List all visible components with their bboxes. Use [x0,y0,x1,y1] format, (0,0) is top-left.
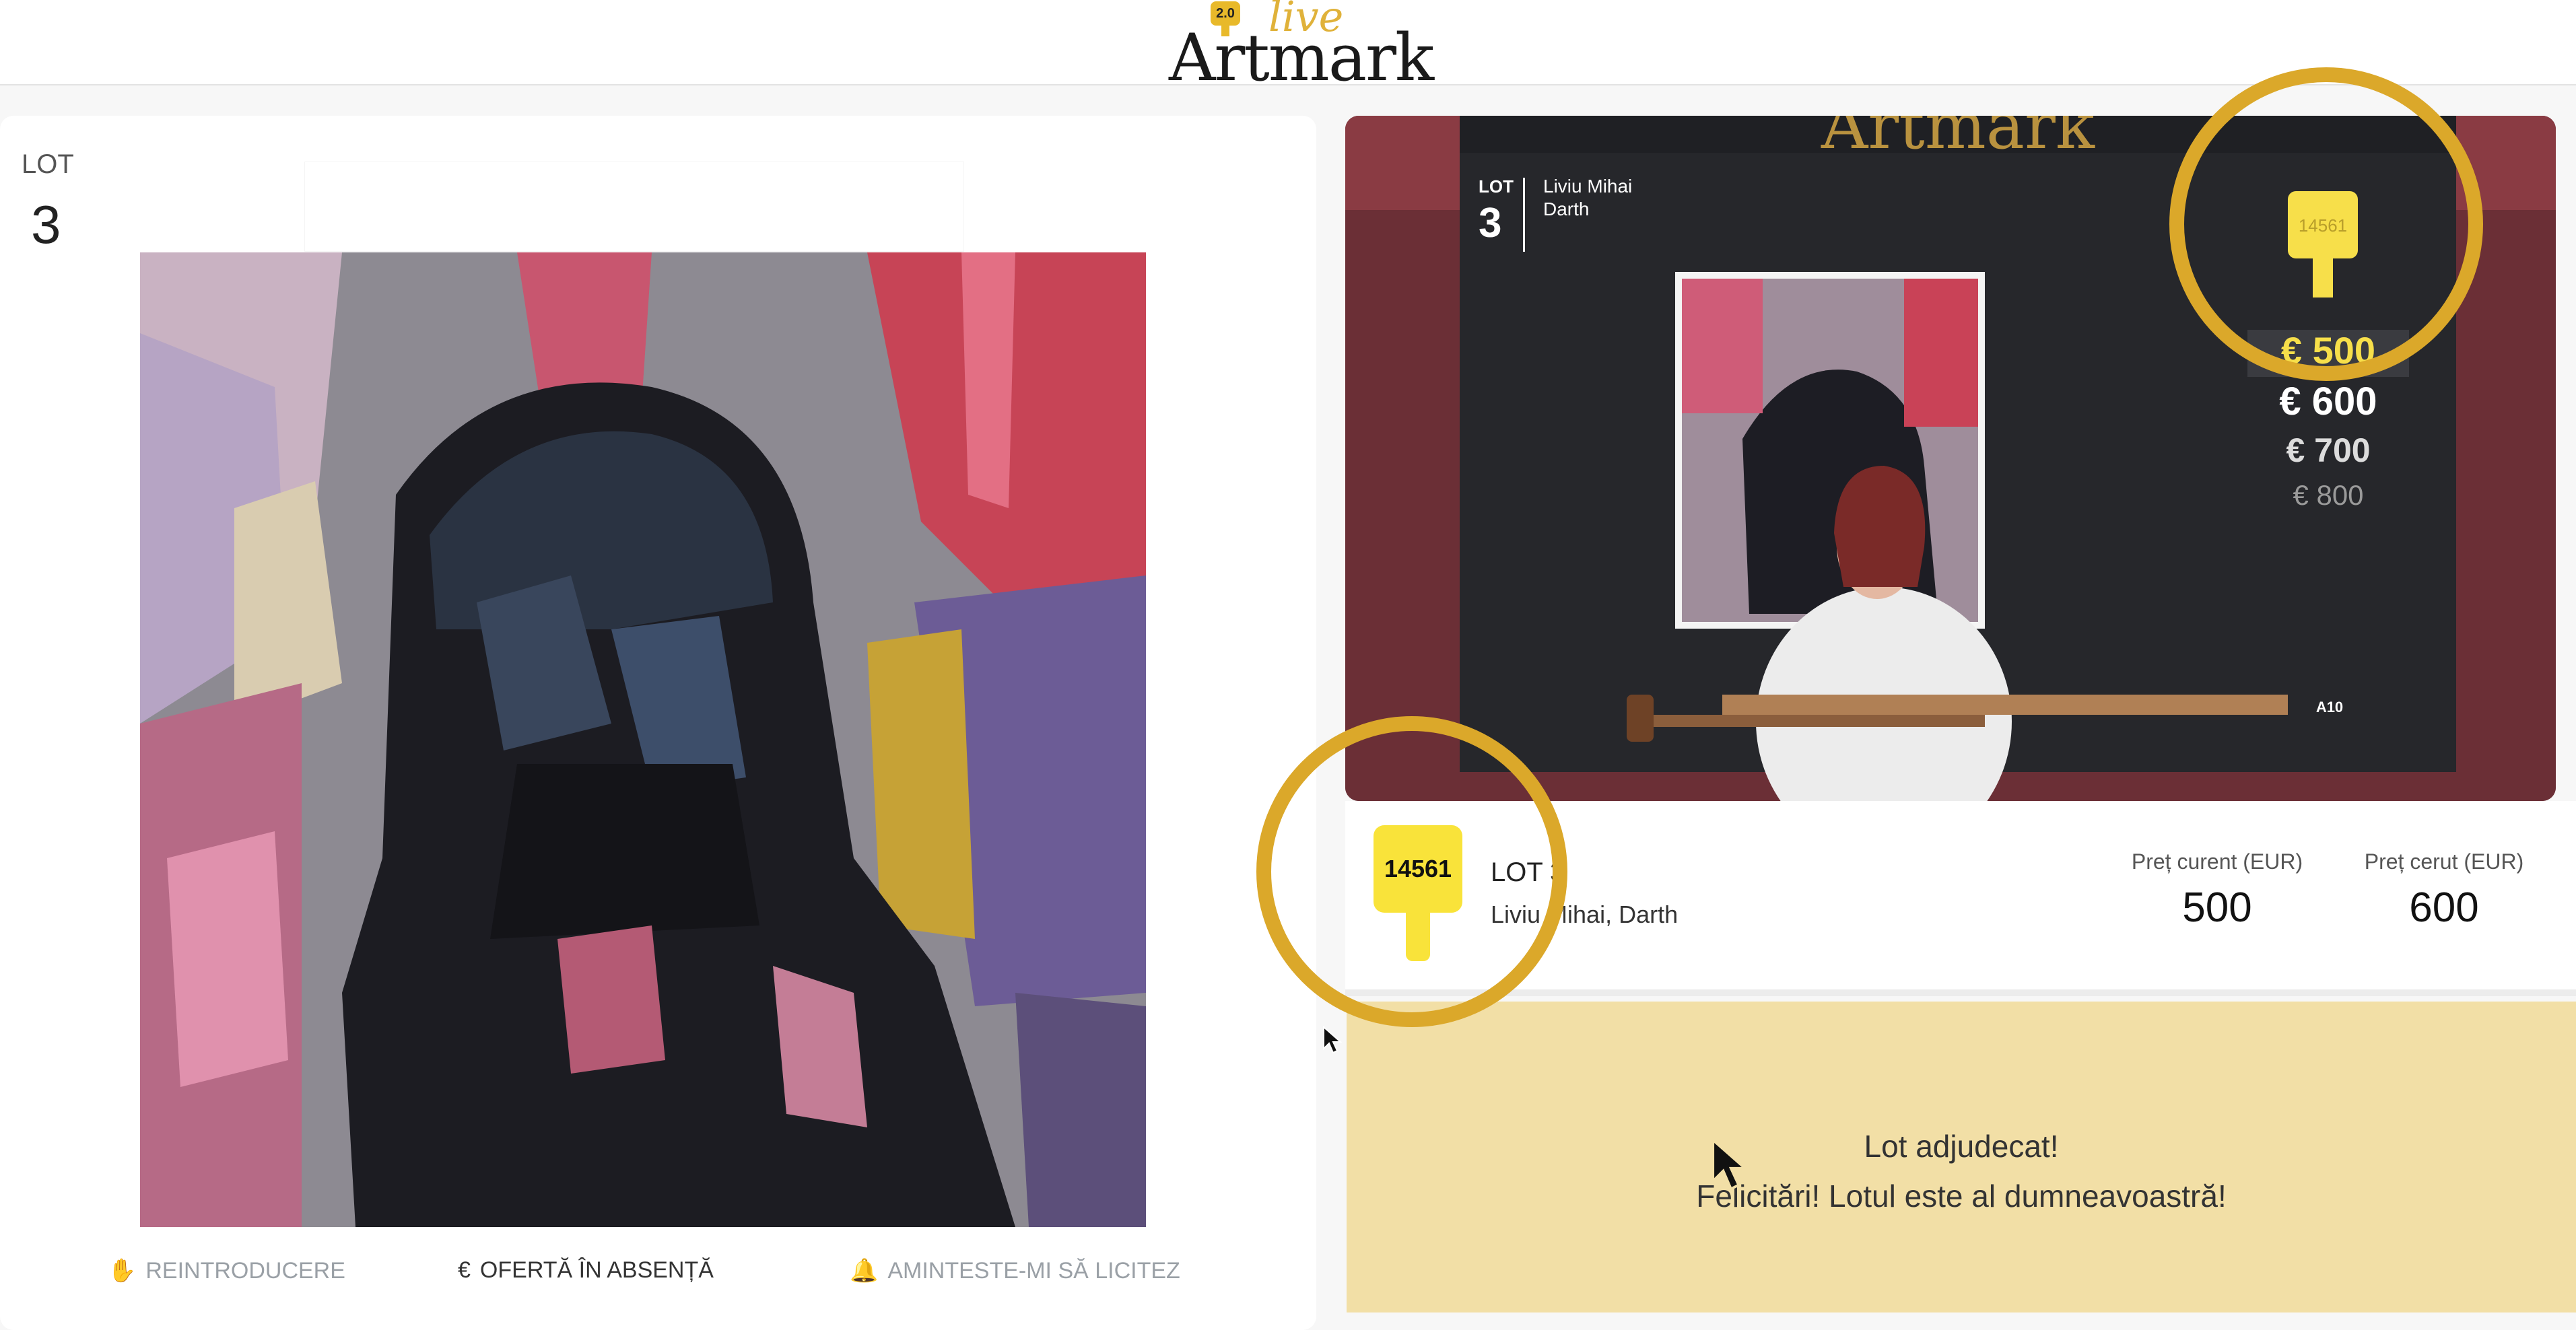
screen-artist-line2: Darth [1543,199,1589,219]
lot-label: LOT [22,149,74,179]
artwork-image [140,252,1146,1227]
highlight-circle-screen-paddle [2169,67,2483,381]
asked-price: Preț cerut (EUR) 600 [2357,849,2532,932]
lot-number: 3 [31,195,61,254]
screen-lot-label: LOT [1479,176,1514,197]
reintroduce-button[interactable]: ✋ REINTRODUCERE [108,1257,345,1284]
highlight-circle-bidder-paddle [1256,716,1567,1027]
current-price-label: Preț curent (EUR) [2131,849,2303,874]
hand-icon: ✋ [108,1258,137,1284]
divider [1345,989,2576,996]
screen-bid-4: € 800 [2293,479,2363,511]
bell-icon: 🔔 [850,1258,879,1284]
artmark-live-logo[interactable]: 2.0 live Artmark [1169,0,1434,90]
artwork-caption-bar [304,162,964,252]
screen-bid-3: € 700 [2286,431,2370,469]
small-cursor-icon [1323,1026,1343,1054]
euro-icon: € [458,1257,471,1283]
large-cursor-icon [1711,1138,1749,1191]
screen-lot-number: 3 [1479,200,1501,246]
logo-main-text: Artmark [1169,20,1434,96]
asked-price-label: Preț cerut (EUR) [2364,849,2524,874]
screen-brand-text: Artmark [1821,116,2095,164]
screen-bid-2: € 600 [2279,380,2377,423]
current-price: Preț curent (EUR) 500 [2125,849,2309,932]
screen-code: A10 [2316,699,2343,715]
remind-me-button[interactable]: 🔔 AMINTESTE-MI SĂ LICITEZ [850,1257,1180,1284]
lot-sold-message: Felicitări! Lotul este al dumneavoastră! [1696,1179,2227,1214]
asked-price-value: 600 [2409,884,2479,931]
screen-artist-line1: Liviu Mihai [1543,176,1632,197]
absentee-bid-button[interactable]: € OFERTĂ ÎN ABSENȚĂ [458,1257,714,1284]
lot-sold-title: Lot adjudecat! [1864,1129,2059,1164]
current-price-value: 500 [2182,884,2252,931]
